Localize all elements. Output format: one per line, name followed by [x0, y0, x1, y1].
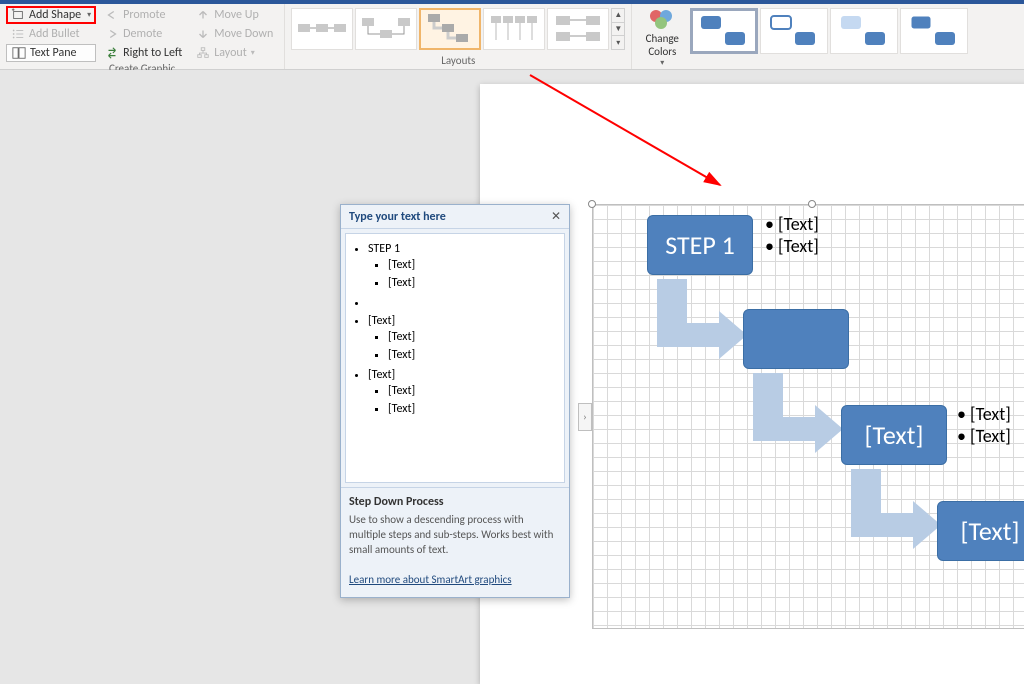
ribbon: Add Shape ▾ Add Bullet Text Pane — [0, 4, 1024, 70]
desc-body: Use to show a descending process with mu… — [349, 513, 553, 556]
move-down-label: Move Down — [214, 27, 273, 41]
add-shape-button[interactable]: Add Shape ▾ — [6, 6, 96, 24]
layouts-gallery: ▲ ▼ ▾ — [291, 6, 625, 50]
text-pane-item[interactable] — [368, 294, 562, 312]
text-pane-title: Type your text here — [349, 210, 446, 224]
text-pane-item[interactable]: [Text][Text][Text] — [368, 366, 562, 420]
expand-text-pane-tab[interactable]: › — [578, 403, 592, 431]
demote-label: Demote — [123, 27, 162, 41]
learn-more-link[interactable]: Learn more about SmartArt graphics — [349, 573, 512, 586]
text-pane-subitem[interactable]: [Text] — [388, 274, 562, 292]
smartart-frame[interactable]: › STEP 1[Text][Text][Text][Text][Text][T… — [592, 204, 1024, 629]
add-bullet-button: Add Bullet — [6, 25, 96, 43]
change-colors-label: Change Colors — [638, 32, 686, 58]
layout-option-3[interactable] — [419, 8, 481, 50]
resize-handle[interactable] — [588, 200, 596, 208]
move-up-button: Move Up — [191, 6, 278, 24]
layout-icon — [196, 46, 210, 60]
text-pane-item[interactable]: STEP 1[Text][Text] — [368, 240, 562, 294]
group-create-graphic: Add Shape ▾ Add Bullet Text Pane — [0, 4, 285, 69]
smartart-arrow — [847, 469, 947, 569]
style-option-2[interactable] — [760, 8, 828, 54]
layout-option-2[interactable] — [355, 8, 417, 50]
move-up-label: Move Up — [214, 8, 259, 22]
add-bullet-label: Add Bullet — [29, 27, 80, 41]
smartart-node[interactable]: [Text] — [937, 501, 1024, 561]
rtl-icon — [105, 46, 119, 60]
move-up-icon — [196, 8, 210, 22]
text-pane-subitem[interactable]: [Text] — [388, 382, 562, 400]
smartart-arrow — [653, 279, 753, 379]
demote-button: Demote — [100, 25, 187, 43]
group-styles: Change Colors ▾ — [632, 4, 974, 69]
dropdown-icon: ▾ — [87, 10, 91, 20]
promote-button: Promote — [100, 6, 187, 24]
style-option-4[interactable] — [900, 8, 968, 54]
canvas[interactable]: Type your text here ✕ STEP 1[Text][Text]… — [0, 70, 1024, 565]
gallery-down-icon[interactable]: ▼ — [612, 23, 624, 37]
move-down-button: Move Down — [191, 25, 278, 43]
smartart-node-bullets[interactable]: [Text][Text] — [765, 213, 819, 257]
move-down-icon — [196, 27, 210, 41]
gallery-expand-icon[interactable]: ▾ — [612, 36, 624, 49]
layout-option-1[interactable] — [291, 8, 353, 50]
text-pane-description: Step Down Process Use to show a descendi… — [341, 487, 569, 597]
text-pane-button[interactable]: Text Pane — [6, 44, 96, 62]
add-bullet-icon — [11, 27, 25, 41]
resize-handle[interactable] — [808, 200, 816, 208]
text-pane[interactable]: Type your text here ✕ STEP 1[Text][Text]… — [340, 204, 570, 598]
layout-label: Layout — [214, 46, 247, 60]
layout-option-4[interactable] — [483, 8, 545, 50]
smartart-arrow — [749, 373, 849, 473]
text-pane-subitem[interactable]: [Text] — [388, 346, 562, 364]
styles-gallery — [690, 6, 968, 54]
style-option-3[interactable] — [830, 8, 898, 54]
smartart-node[interactable]: STEP 1 — [647, 215, 753, 275]
layouts-gallery-more[interactable]: ▲ ▼ ▾ — [611, 8, 625, 50]
group-label-layouts: Layouts — [291, 54, 625, 69]
smartart-node-bullets[interactable]: [Text][Text] — [957, 403, 1011, 447]
close-icon[interactable]: ✕ — [551, 209, 561, 224]
text-pane-label: Text Pane — [30, 46, 77, 60]
promote-icon — [105, 8, 119, 22]
text-pane-body[interactable]: STEP 1[Text][Text][Text][Text][Text][Tex… — [345, 233, 565, 483]
promote-label: Promote — [123, 8, 165, 22]
text-pane-subitem[interactable]: [Text] — [388, 256, 562, 274]
gallery-up-icon[interactable]: ▲ — [612, 9, 624, 23]
smartart-node[interactable]: [Text] — [841, 405, 947, 465]
style-option-1[interactable] — [690, 8, 758, 54]
change-colors-button[interactable]: Change Colors ▾ — [638, 6, 686, 68]
layout-option-5[interactable] — [547, 8, 609, 50]
layout-button: Layout ▾ — [191, 44, 278, 62]
text-pane-item[interactable]: [Text][Text][Text] — [368, 312, 562, 366]
add-shape-icon — [11, 8, 25, 22]
text-pane-subitem[interactable]: [Text] — [388, 400, 562, 418]
group-layouts: ▲ ▼ ▾ Layouts — [285, 4, 632, 69]
change-colors-icon — [648, 8, 676, 30]
right-to-left-button[interactable]: Right to Left — [100, 44, 187, 62]
demote-icon — [105, 27, 119, 41]
rtl-label: Right to Left — [123, 46, 182, 60]
add-shape-label: Add Shape — [29, 8, 81, 22]
desc-title: Step Down Process — [349, 494, 561, 510]
text-pane-subitem[interactable]: [Text] — [388, 328, 562, 346]
smartart-node[interactable] — [743, 309, 849, 369]
text-pane-icon — [12, 46, 26, 60]
